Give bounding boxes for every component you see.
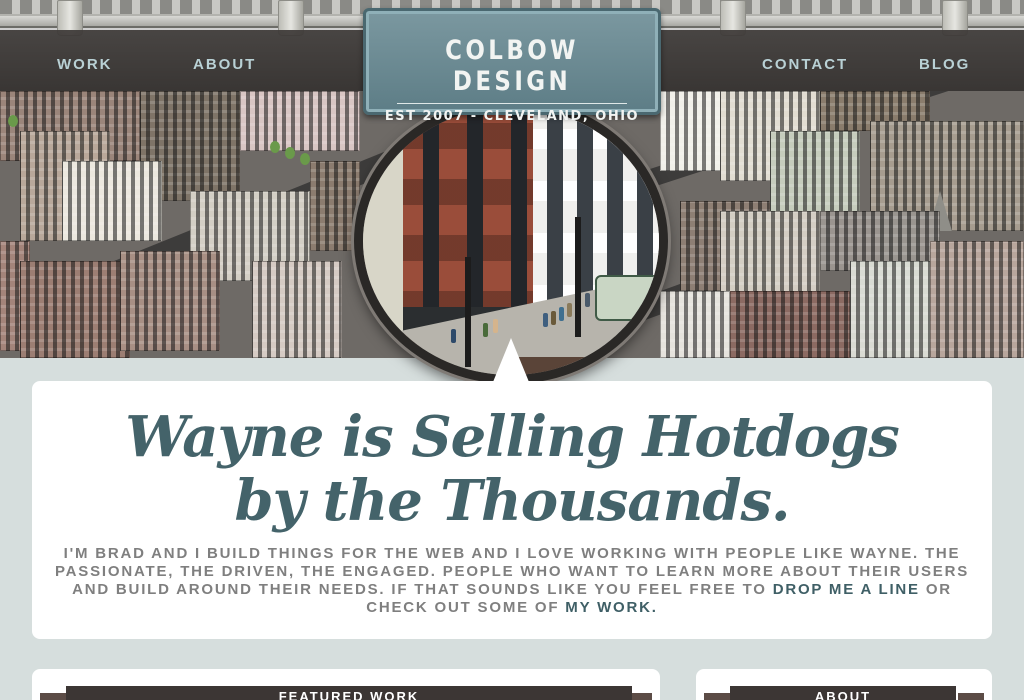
card-pointer xyxy=(493,338,529,382)
building xyxy=(770,131,860,221)
nav-item-contact[interactable]: CONTACT xyxy=(762,56,848,73)
building xyxy=(930,241,1024,358)
lens-bus xyxy=(595,275,659,321)
logo-divider xyxy=(397,103,627,104)
drop-me-a-line-link[interactable]: drop me a line xyxy=(773,581,920,598)
intro-paragraph: I'm Brad and I build things for the web … xyxy=(54,545,970,617)
building xyxy=(660,291,730,358)
logo-title: COLBOW DESIGN xyxy=(445,35,579,97)
nav-item-about[interactable]: ABOUT xyxy=(193,56,256,73)
building xyxy=(252,261,342,358)
ribbon-end xyxy=(40,693,66,700)
building xyxy=(240,91,360,151)
person xyxy=(585,293,590,307)
logo-subtitle: EST 2007 - CLEVELAND, OHIO xyxy=(384,109,640,124)
person xyxy=(559,307,564,321)
featured-work-header: FEATURED WORK xyxy=(66,686,632,700)
lamp-post xyxy=(575,217,581,337)
building xyxy=(20,261,130,358)
tree xyxy=(8,115,18,127)
building xyxy=(730,291,850,358)
ribbon-end xyxy=(958,693,984,700)
building xyxy=(120,251,220,351)
person xyxy=(493,319,498,333)
hero-headline: Wayne is Selling Hotdogs by the Thousand… xyxy=(125,404,900,534)
lens-building xyxy=(363,127,403,347)
person xyxy=(543,313,548,327)
building xyxy=(720,211,820,301)
building xyxy=(62,161,162,241)
building xyxy=(310,161,360,251)
site-logo[interactable]: COLBOW DESIGN EST 2007 - CLEVELAND, OHIO xyxy=(363,8,661,124)
person xyxy=(483,323,488,337)
tree xyxy=(300,153,310,165)
nav-item-blog[interactable]: BLOG xyxy=(919,56,970,73)
person xyxy=(567,303,572,317)
person xyxy=(551,311,556,325)
tree xyxy=(270,141,280,153)
about-header: ABOUT xyxy=(730,686,956,700)
intro-card: Wayne is Selling Hotdogs by the Thousand… xyxy=(32,381,992,639)
my-work-link[interactable]: my work. xyxy=(565,599,657,616)
ribbon-end xyxy=(704,693,730,700)
building xyxy=(850,261,940,358)
lens-street xyxy=(513,357,659,375)
lamp-post xyxy=(465,257,471,367)
nav-item-work[interactable]: WORK xyxy=(57,56,113,73)
person xyxy=(451,329,456,343)
tree xyxy=(285,147,295,159)
